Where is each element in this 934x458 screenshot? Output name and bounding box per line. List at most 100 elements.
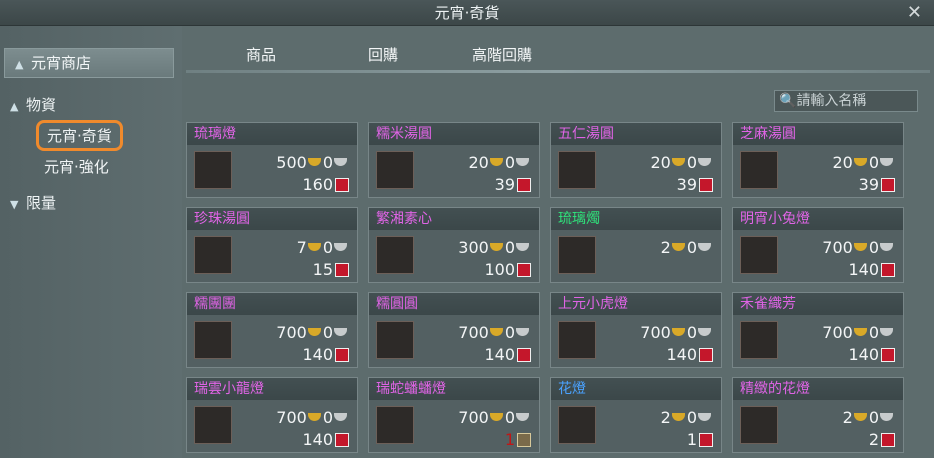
item-card[interactable]: 禾雀織芳 700 0 140 <box>732 292 904 368</box>
festival-token-icon <box>335 178 349 192</box>
item-card[interactable]: 瑞雲小龍燈 700 0 140 <box>186 377 358 453</box>
item-price: 20 0 <box>650 153 713 172</box>
item-icon[interactable] <box>558 406 596 444</box>
gold-ingot-icon <box>307 328 321 336</box>
subitem-curios[interactable]: 元宵·奇貨 <box>36 120 123 151</box>
item-card[interactable]: 琉璃燭 2 0 <box>550 207 722 283</box>
item-icon[interactable] <box>558 236 596 274</box>
tab-advanced-buyback[interactable]: 高階回購 <box>472 44 532 65</box>
gold-ingot-icon <box>307 243 321 251</box>
item-icon[interactable] <box>376 321 414 359</box>
gold-price: 20 <box>468 153 489 172</box>
token-count: 140 <box>484 345 515 364</box>
item-price: 20 0 <box>468 153 531 172</box>
item-icon[interactable] <box>740 406 778 444</box>
festival-token-icon <box>517 348 531 362</box>
item-price: 20 <box>843 408 895 427</box>
item-card[interactable]: 繁湘素心 300 0 100 <box>368 207 540 283</box>
subitem-enhance[interactable]: 元宵·強化 <box>44 156 109 177</box>
caret-up-icon: ▲ <box>15 58 24 71</box>
item-icon[interactable] <box>558 151 596 189</box>
item-price: 20 0 <box>832 153 895 172</box>
item-icon[interactable] <box>740 321 778 359</box>
gold-ingot-icon <box>489 328 503 336</box>
item-icon[interactable] <box>740 236 778 274</box>
silver-ingot-icon <box>334 413 347 421</box>
silver-price: 0 <box>686 153 697 172</box>
item-price: 700 0 <box>822 238 895 257</box>
token-count: 140 <box>848 345 879 364</box>
tab-buyback[interactable]: 回購 <box>368 44 398 65</box>
item-icon[interactable] <box>194 406 232 444</box>
search-input[interactable]: 🔍請輸入名稱 <box>774 90 918 112</box>
item-name: 糯圓圓 <box>369 293 539 315</box>
token-price: 140 <box>848 345 895 364</box>
item-name: 上元小虎燈 <box>551 293 721 315</box>
item-card[interactable]: 明宵小兔燈 700 0 140 <box>732 207 904 283</box>
silver-ingot-icon <box>516 158 529 166</box>
search-placeholder: 請輸入名稱 <box>796 93 867 109</box>
token-price: 140 <box>484 345 531 364</box>
silver-price: 0 <box>504 238 515 257</box>
item-card[interactable]: 琉璃燈 500 0 160 <box>186 122 358 198</box>
item-icon[interactable] <box>194 321 232 359</box>
tab-goods[interactable]: 商品 <box>246 44 276 65</box>
item-icon[interactable] <box>194 236 232 274</box>
item-price: 700 0 <box>458 323 531 342</box>
shop-header[interactable]: ▲ 元宵商店 <box>4 48 174 78</box>
category-supplies[interactable]: ▲ 物資 <box>10 94 56 115</box>
item-card[interactable]: 糯團團 700 0 140 <box>186 292 358 368</box>
token-count: 140 <box>666 345 697 364</box>
gold-price: 2 <box>660 238 671 257</box>
festival-token-icon <box>517 178 531 192</box>
item-price: 700 0 <box>822 323 895 342</box>
gold-ingot-icon <box>671 243 685 251</box>
item-icon[interactable] <box>376 406 414 444</box>
item-card[interactable]: 花燈 2 0 1 <box>550 377 722 453</box>
silver-ingot-icon <box>516 413 529 421</box>
item-icon[interactable] <box>376 151 414 189</box>
tab-underline <box>186 70 930 73</box>
item-name: 糯米湯圓 <box>369 123 539 145</box>
item-card[interactable]: 瑞蛇蟠蟠燈 700 0 1 <box>368 377 540 453</box>
item-name: 禾雀織芳 <box>733 293 903 315</box>
item-name: 珍珠湯圓 <box>187 208 357 230</box>
silver-price: 0 <box>868 238 879 257</box>
silver-price: 0 <box>686 238 697 257</box>
category-label: 物資 <box>26 96 57 114</box>
window-titlebar: 元宵·奇貨 ✕ <box>0 0 934 26</box>
festival-token-icon <box>881 263 895 277</box>
silver-price: 0 <box>686 323 697 342</box>
gold-ingot-icon <box>307 413 321 421</box>
item-card[interactable]: 糯圓圓 700 0 140 <box>368 292 540 368</box>
token-price: 160 <box>302 175 349 194</box>
item-card[interactable]: 糯米湯圓 20 0 39 <box>368 122 540 198</box>
close-icon[interactable]: ✕ <box>907 0 922 26</box>
festival-token-icon <box>699 433 713 447</box>
silver-price: 0 <box>868 323 879 342</box>
silver-ingot-icon <box>698 243 711 251</box>
category-label: 限量 <box>26 194 57 212</box>
item-card[interactable]: 精緻的花燈 2 0 2 <box>732 377 904 453</box>
caret-down-icon: ▼ <box>10 198 19 211</box>
item-card[interactable]: 五仁湯圓 20 0 39 <box>550 122 722 198</box>
item-card[interactable]: 珍珠湯圓 7 0 15 <box>186 207 358 283</box>
item-card[interactable]: 上元小虎燈 700 0 140 <box>550 292 722 368</box>
silver-ingot-icon <box>334 328 347 336</box>
gold-price: 500 <box>276 153 307 172</box>
item-name: 繁湘素心 <box>369 208 539 230</box>
item-name: 瑞雲小龍燈 <box>187 378 357 400</box>
token-count: 15 <box>312 260 333 279</box>
item-icon[interactable] <box>194 151 232 189</box>
category-limited[interactable]: ▼ 限量 <box>10 192 56 213</box>
gold-price: 700 <box>458 408 489 427</box>
item-icon[interactable] <box>558 321 596 359</box>
item-icon[interactable] <box>376 236 414 274</box>
item-price: 700 0 <box>640 323 713 342</box>
silver-price: 0 <box>504 153 515 172</box>
item-icon[interactable] <box>740 151 778 189</box>
gold-ingot-icon <box>489 243 503 251</box>
item-price: 20 <box>661 408 713 427</box>
item-card[interactable]: 芝麻湯圓 20 0 39 <box>732 122 904 198</box>
shop-label: 元宵商店 <box>31 54 92 72</box>
